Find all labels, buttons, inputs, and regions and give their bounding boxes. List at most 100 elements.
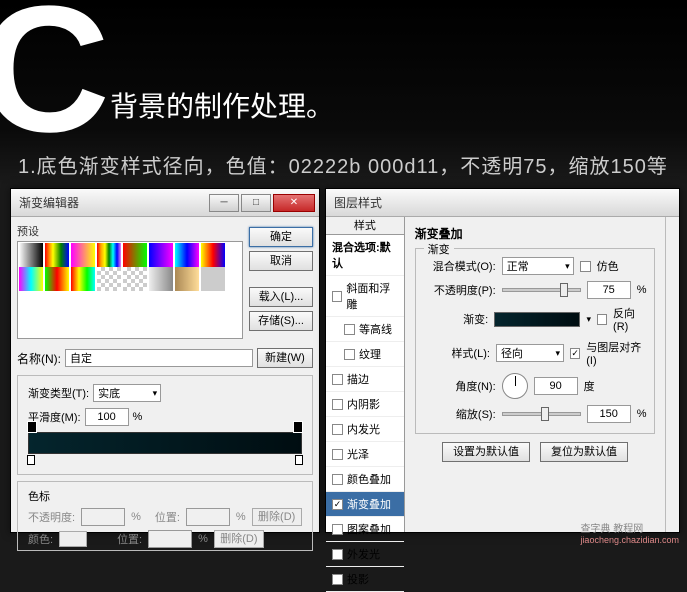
preset-swatch[interactable]	[201, 243, 225, 267]
titlebar[interactable]: 图层样式	[326, 189, 679, 217]
effect-label: 斜面和浮雕	[346, 280, 397, 312]
opacity-sub-label: 不透明度:	[28, 509, 75, 525]
angle-dial[interactable]	[502, 373, 528, 399]
watermark: 查字典 教程网 jiaocheng.chazidian.com	[580, 520, 679, 545]
effect-item[interactable]: 渐变叠加	[326, 492, 404, 517]
preset-swatch[interactable]	[19, 267, 43, 291]
preset-swatch[interactable]	[175, 243, 199, 267]
effect-label: 投影	[347, 571, 369, 587]
preset-swatch[interactable]	[45, 243, 69, 267]
effect-checkbox[interactable]	[332, 474, 343, 485]
type-select[interactable]: 实底	[93, 384, 161, 402]
set-default-button[interactable]: 设置为默认值	[442, 442, 530, 462]
effect-item[interactable]: 纹理	[326, 342, 404, 367]
maximize-button[interactable]: □	[241, 194, 271, 212]
effect-label: 内阴影	[347, 396, 380, 412]
preset-swatch[interactable]	[201, 267, 225, 291]
window-title: 图层样式	[330, 194, 675, 211]
layer-style-dialog: 图层样式 样式 混合选项:默认 斜面和浮雕等高线纹理描边内阴影内发光光泽颜色叠加…	[325, 188, 680, 533]
cancel-button[interactable]: 取消	[249, 251, 313, 271]
effect-label: 内发光	[347, 421, 380, 437]
preset-swatch[interactable]	[19, 243, 43, 267]
preset-swatch[interactable]	[175, 267, 199, 291]
effect-checkbox[interactable]	[344, 324, 355, 335]
presets-group: 预设	[17, 223, 243, 339]
effect-label: 光泽	[347, 446, 369, 462]
effect-item[interactable]: 等高线	[326, 317, 404, 342]
new-button[interactable]: 新建(W)	[257, 348, 313, 368]
dither-checkbox[interactable]	[580, 261, 591, 272]
preset-swatch[interactable]	[149, 243, 173, 267]
effect-item[interactable]: 颜色叠加	[326, 467, 404, 492]
preset-swatch[interactable]	[123, 267, 147, 291]
reverse-checkbox[interactable]	[597, 314, 607, 325]
reset-default-button[interactable]: 复位为默认值	[540, 442, 628, 462]
effect-checkbox[interactable]	[332, 499, 343, 510]
position-label2: 位置:	[117, 531, 142, 547]
presets-label: 预设	[17, 223, 243, 239]
preset-swatch[interactable]	[71, 267, 95, 291]
panel-title: 渐变叠加	[415, 225, 656, 242]
effect-checkbox[interactable]	[332, 524, 343, 535]
smooth-input[interactable]	[85, 408, 129, 426]
effect-checkbox[interactable]	[332, 374, 343, 385]
align-checkbox[interactable]	[570, 348, 580, 359]
ok-button[interactable]: 确定	[249, 227, 313, 247]
opacity-slider[interactable]	[502, 288, 581, 292]
effect-checkbox[interactable]	[332, 449, 343, 460]
effect-item[interactable]: 斜面和浮雕	[326, 276, 404, 317]
name-input[interactable]	[65, 349, 253, 367]
preset-swatch[interactable]	[149, 267, 173, 291]
titlebar[interactable]: 渐变编辑器 ─ □ ✕	[11, 189, 319, 217]
color-stop-right[interactable]	[295, 455, 303, 465]
presets-grid[interactable]	[17, 241, 243, 339]
effect-item[interactable]: 投影	[326, 567, 404, 592]
minimize-button[interactable]: ─	[209, 194, 239, 212]
effect-item[interactable]: 外发光	[326, 542, 404, 567]
gradient-bar[interactable]	[28, 432, 302, 454]
angle-input[interactable]	[534, 377, 578, 395]
scale-slider[interactable]	[502, 412, 581, 416]
effect-item[interactable]: 图案叠加	[326, 517, 404, 542]
section-title: 背景的制作处理。	[110, 85, 334, 125]
gradient-editor-dialog: 渐变编辑器 ─ □ ✕ 预设	[10, 188, 320, 533]
delete-color-button: 删除(D)	[214, 530, 264, 548]
effect-label: 描边	[347, 371, 369, 387]
gradient-preview[interactable]	[494, 312, 580, 327]
preset-swatch[interactable]	[71, 243, 95, 267]
style-label: 样式(L):	[424, 345, 490, 361]
gradient-overlay-panel: 渐变叠加 渐变 混合模式(O): 正常 仿色 不透明度(P): % 渐变:	[405, 217, 666, 532]
effect-checkbox[interactable]	[332, 399, 343, 410]
scale-input[interactable]	[587, 405, 631, 423]
style-select[interactable]: 径向	[496, 344, 564, 362]
color-stop-left[interactable]	[27, 455, 35, 465]
effect-checkbox[interactable]	[332, 424, 343, 435]
preset-swatch[interactable]	[45, 267, 69, 291]
effect-item[interactable]: 描边	[326, 367, 404, 392]
preset-swatch[interactable]	[123, 243, 147, 267]
effect-item[interactable]: 内发光	[326, 417, 404, 442]
effect-item[interactable]: 光泽	[326, 442, 404, 467]
preset-swatch[interactable]	[97, 267, 121, 291]
effect-label: 渐变叠加	[347, 496, 391, 512]
position-input	[186, 508, 230, 526]
opacity-input[interactable]	[587, 281, 631, 299]
gradient-label: 渐变:	[424, 311, 489, 327]
effect-label: 图案叠加	[347, 521, 391, 537]
close-button[interactable]: ✕	[273, 194, 315, 212]
effect-checkbox[interactable]	[332, 291, 342, 302]
preset-swatch[interactable]	[97, 243, 121, 267]
position-input2	[148, 530, 192, 548]
reverse-label: 反向(R)	[613, 305, 646, 333]
effect-checkbox[interactable]	[332, 574, 343, 585]
blend-options-item[interactable]: 混合选项:默认	[326, 235, 404, 276]
styles-header[interactable]: 样式	[326, 217, 404, 235]
effect-checkbox[interactable]	[332, 549, 343, 560]
effect-checkbox[interactable]	[344, 349, 355, 360]
load-button[interactable]: 载入(L)...	[249, 287, 313, 307]
blend-mode-select[interactable]: 正常	[502, 257, 574, 275]
effect-item[interactable]: 内阴影	[326, 392, 404, 417]
opacity-sub-input	[81, 508, 125, 526]
save-button[interactable]: 存储(S)...	[249, 311, 313, 331]
section-description: 1.底色渐变样式径向，色值：02222b 000d11，不透明75，缩放150等	[18, 150, 668, 179]
